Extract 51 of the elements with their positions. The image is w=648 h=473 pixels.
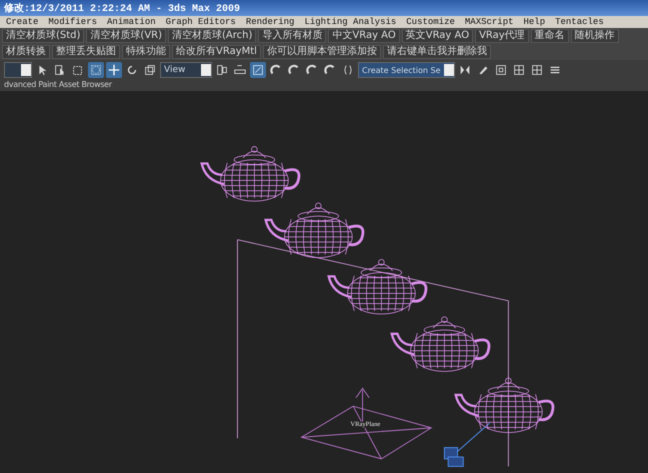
magnet-icon: [287, 63, 301, 77]
window-title: 修改:12/3/2011 2:22:24 AM - 3ds Max 2009: [0, 0, 648, 16]
panel-label: dvanced Paint Asset Browser: [4, 80, 112, 89]
square-icon: [494, 63, 508, 77]
pivot-icon: [215, 63, 229, 77]
script-button[interactable]: 英文VRay AO: [402, 29, 474, 43]
script-button[interactable]: 整理丢失贴图: [52, 45, 120, 59]
menu-item[interactable]: Help: [524, 17, 546, 27]
rotate-icon: [125, 63, 139, 77]
script-button[interactable]: 随机操作: [570, 29, 619, 43]
menu-item[interactable]: Create: [6, 17, 38, 27]
script-button[interactable]: 给改所有VRayMtl: [172, 45, 261, 59]
scale-tool[interactable]: [142, 62, 158, 78]
menu-item[interactable]: Customize: [406, 17, 455, 27]
script-button[interactable]: 特殊功能: [122, 45, 170, 59]
script-button[interactable]: 材质转换: [2, 45, 50, 59]
script-button[interactable]: 清空材质球(VR): [86, 29, 166, 43]
camera-drawing: [444, 422, 490, 467]
script-button[interactable]: 导入所有材质: [258, 29, 326, 43]
grid-icon: [512, 63, 526, 77]
move-tool[interactable]: [106, 62, 122, 78]
magnet-icon: [269, 63, 283, 77]
grid-icon: [530, 63, 544, 77]
pivot-tool[interactable]: [214, 62, 230, 78]
move-icon: [107, 63, 121, 77]
script-button[interactable]: 重命名: [530, 29, 569, 43]
script-button[interactable]: 请右键单击我并删除我: [382, 45, 491, 59]
region-icon: [71, 63, 85, 77]
scale-icon: [143, 63, 157, 77]
menu-item[interactable]: Rendering: [246, 17, 294, 27]
mirror-icon: [458, 63, 472, 77]
script-button[interactable]: 清空材质球(Arch): [168, 29, 256, 43]
menu-item[interactable]: Modifiers: [48, 17, 98, 27]
menu-item[interactable]: Animation: [107, 17, 156, 27]
snap-tool[interactable]: [250, 62, 266, 78]
dropdown[interactable]: [4, 62, 32, 78]
script-button[interactable]: 中文VRay AO: [328, 29, 400, 43]
snap-icon: [251, 63, 265, 77]
menu-item[interactable]: MAXScript: [464, 17, 514, 27]
view-dropdown[interactable]: View: [160, 62, 212, 78]
script-button[interactable]: 清空材质球(Std): [2, 29, 84, 43]
window-crossing-icon: [89, 63, 103, 77]
menu-item[interactable]: Graph Editors: [166, 17, 236, 27]
magnet-icon: [323, 63, 337, 77]
script-button[interactable]: 你可以用脚本管理添加按: [262, 45, 381, 59]
selection-set-field[interactable]: Create Selection Se: [358, 62, 455, 78]
menu-item[interactable]: Tentacles: [555, 17, 604, 27]
window-crossing-tool[interactable]: [88, 62, 104, 78]
menu-item[interactable]: Lighting Analysis: [304, 17, 396, 27]
magnet-icon: [305, 63, 319, 77]
script-button[interactable]: VRay代理: [475, 29, 529, 43]
